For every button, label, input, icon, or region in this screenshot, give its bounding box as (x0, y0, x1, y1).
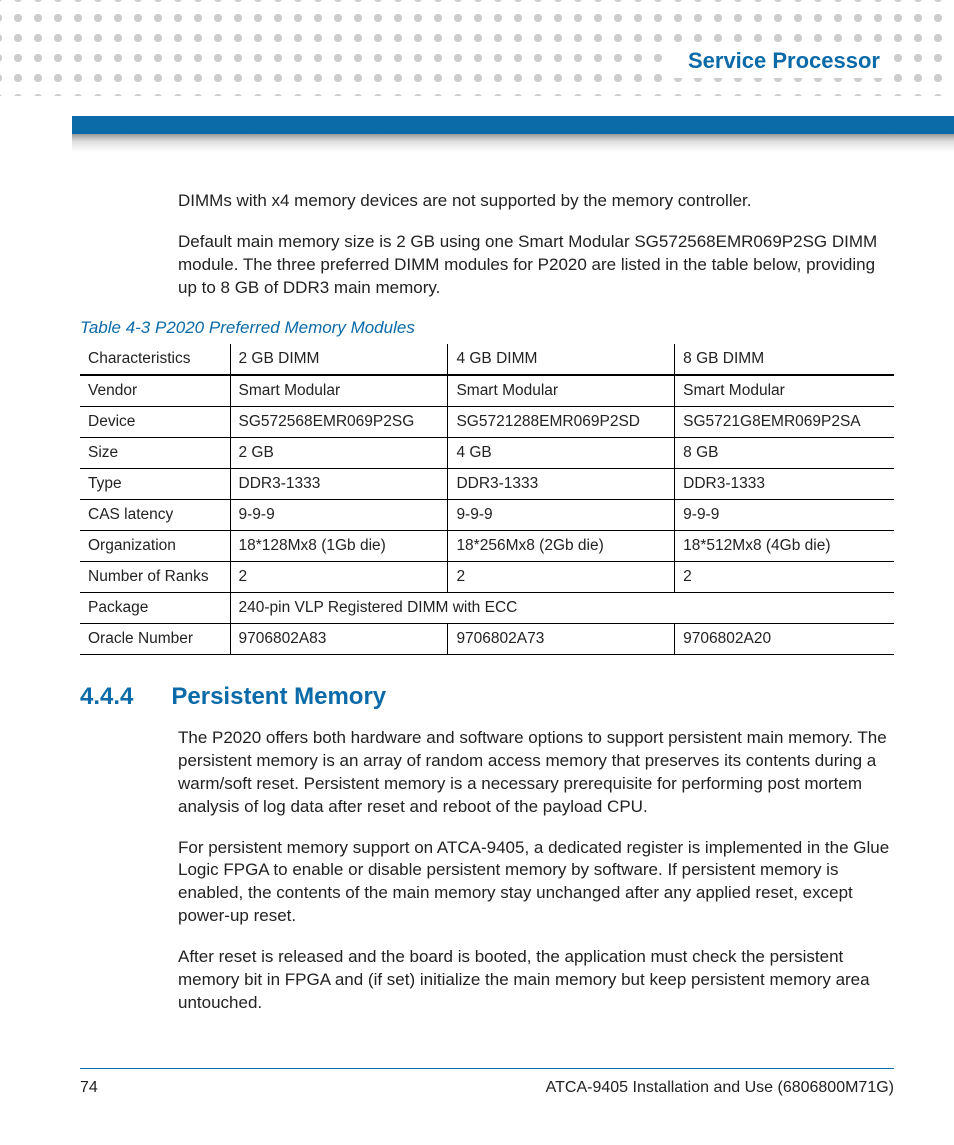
section-title: Persistent Memory (171, 683, 386, 711)
page-number: 74 (80, 1079, 98, 1097)
page-content: DIMMs with x4 memory devices are not sup… (80, 190, 894, 1033)
section-paragraph-1: The P2020 offers both hardware and softw… (178, 727, 894, 819)
table-row: Type DDR3-1333 DDR3-1333 DDR3-1333 (80, 468, 894, 499)
intro-paragraph-1: DIMMs with x4 memory devices are not sup… (178, 190, 894, 213)
table-row: Oracle Number 9706802A83 9706802A73 9706… (80, 623, 894, 654)
header-blue-rule (72, 116, 954, 134)
th-4gb: 4 GB DIMM (448, 344, 675, 375)
intro-paragraph-2: Default main memory size is 2 GB using o… (178, 231, 894, 300)
section-paragraph-3: After reset is released and the board is… (178, 946, 894, 1015)
page-footer: 74 ATCA-9405 Installation and Use (68068… (80, 1068, 894, 1097)
section-number: 4.4.4 (80, 683, 133, 711)
table-row: CAS latency 9-9-9 9-9-9 9-9-9 (80, 499, 894, 530)
table-row: Device SG572568EMR069P2SG SG5721288EMR06… (80, 406, 894, 437)
th-characteristics: Characteristics (80, 344, 230, 375)
table-caption: Table 4-3 P2020 Preferred Memory Modules (80, 318, 894, 338)
table-row: Vendor Smart Modular Smart Modular Smart… (80, 375, 894, 407)
table-row: Size 2 GB 4 GB 8 GB (80, 437, 894, 468)
document-id: ATCA-9405 Installation and Use (6806800M… (546, 1079, 894, 1097)
page-header-title: Service Processor (674, 44, 894, 78)
memory-modules-table: Characteristics 2 GB DIMM 4 GB DIMM 8 GB… (80, 344, 894, 655)
table-row: Organization 18*128Mx8 (1Gb die) 18*256M… (80, 530, 894, 561)
th-8gb: 8 GB DIMM (675, 344, 894, 375)
section-paragraph-2: For persistent memory support on ATCA-94… (178, 837, 894, 929)
header-shadow (72, 134, 954, 152)
table-row: Package 240-pin VLP Registered DIMM with… (80, 592, 894, 623)
table-header-row: Characteristics 2 GB DIMM 4 GB DIMM 8 GB… (80, 344, 894, 375)
th-2gb: 2 GB DIMM (230, 344, 448, 375)
section-heading: 4.4.4 Persistent Memory (80, 683, 894, 711)
table-row: Number of Ranks 2 2 2 (80, 561, 894, 592)
